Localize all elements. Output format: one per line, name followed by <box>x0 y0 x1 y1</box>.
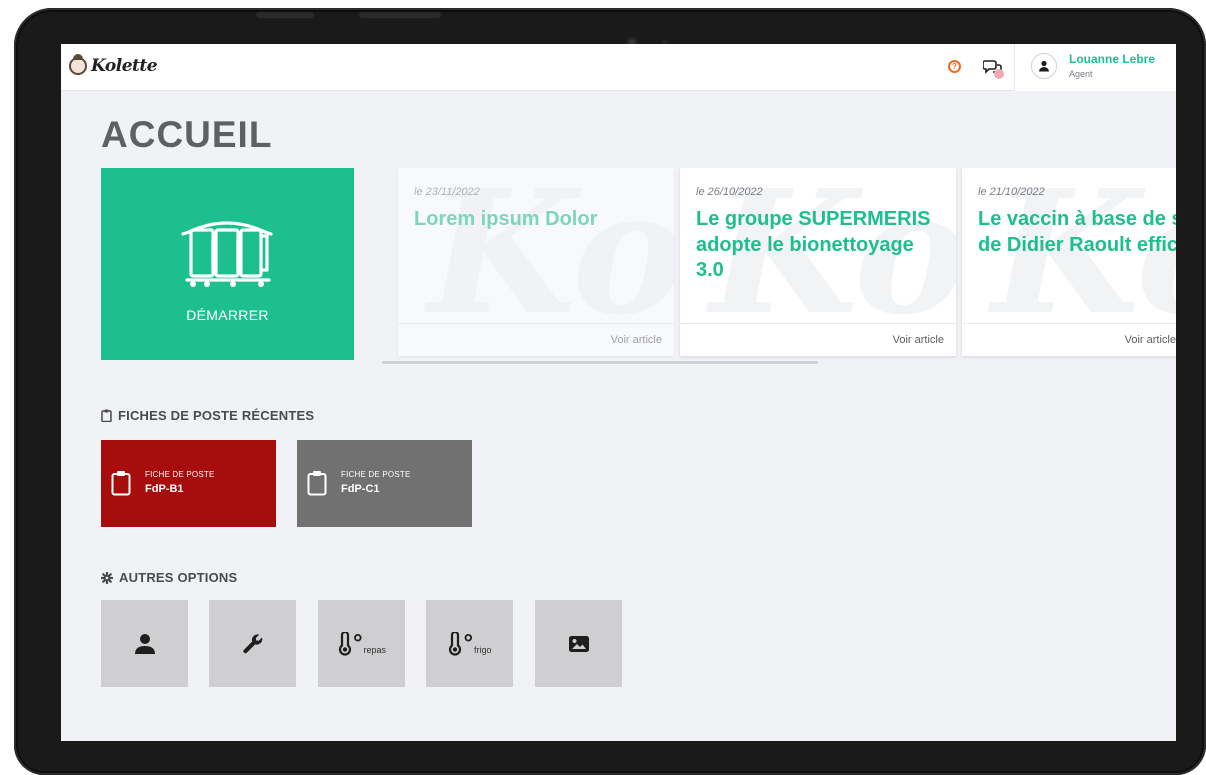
user-icon <box>134 633 155 654</box>
app-screen: Kolette ? Louanne Lebre Agent ACCUEIL DÉ… <box>61 44 1176 741</box>
thermometer-icon <box>338 631 351 656</box>
page-title: ACCUEIL <box>101 114 273 155</box>
user-menu[interactable]: Louanne Lebre Agent <box>1014 44 1176 91</box>
article-date: le 26/10/2022 <box>696 186 763 198</box>
start-button[interactable]: DÉMARRER <box>101 168 354 360</box>
meal-temperature-option-button[interactable]: ° repas <box>318 600 405 687</box>
maintenance-option-button[interactable] <box>209 600 296 687</box>
clipboard-icon <box>111 471 131 496</box>
cleaning-cart-icon <box>181 221 273 287</box>
tablet-button <box>256 12 314 18</box>
image-icon <box>568 635 589 652</box>
article-date: le 21/10/2022 <box>978 186 1045 198</box>
article-headline: Lorem ipsum Dolor <box>414 208 598 230</box>
clipboard-icon <box>307 471 327 496</box>
tablet-button <box>359 12 441 18</box>
job-sheet-card[interactable]: FICHE DE POSTE FdP-B1 <box>101 440 276 527</box>
app-header: Kolette ? Louanne Lebre Agent <box>61 44 1176 91</box>
gear-icon <box>101 571 113 584</box>
app-logo[interactable]: Kolette <box>69 54 158 76</box>
job-sheet-code: FdP-B1 <box>145 483 184 495</box>
job-sheet-code: FdP-C1 <box>341 483 380 495</box>
option-sub-label: frigo <box>474 644 492 655</box>
option-sub-label: repas <box>363 644 387 655</box>
other-options-heading: AUTRES OPTIONS <box>101 570 237 585</box>
job-sheet-card[interactable]: FICHE DE POSTE FdP-C1 <box>297 440 472 527</box>
thermometer-icon <box>449 631 462 656</box>
article-footer: Voir article <box>962 323 1176 356</box>
profile-option-button[interactable] <box>101 600 188 687</box>
job-sheet-kind: FICHE DE POSTE <box>145 470 215 479</box>
user-role: Agent <box>1069 69 1093 79</box>
article-headline: Le groupe SUPERMERIS adopte le bionettoy… <box>696 208 931 282</box>
article-date: le 23/11/2022 <box>414 186 480 198</box>
start-label: DÉMARRER <box>186 307 269 323</box>
read-article-link[interactable]: Voir article <box>1125 334 1176 346</box>
wrench-icon <box>242 633 262 653</box>
read-article-link[interactable]: Voir article <box>611 334 662 346</box>
recent-sheets-title: FICHES DE POSTE RÉCENTES <box>118 408 315 423</box>
article-card[interactable]: Kol le 26/10/2022 Le groupe SUPERMERIS a… <box>680 168 956 356</box>
carousel-scrollbar[interactable] <box>382 361 818 364</box>
article-footer: Voir article <box>398 323 674 356</box>
job-sheet-kind: FICHE DE POSTE <box>341 470 411 479</box>
fridge-temperature-option-button[interactable]: ° frigo <box>426 600 513 687</box>
gallery-option-button[interactable] <box>535 600 622 687</box>
other-options-title: AUTRES OPTIONS <box>119 570 238 585</box>
question-circle-icon[interactable]: ? <box>948 60 961 73</box>
mascot-icon <box>69 54 87 75</box>
articles-carousel[interactable]: Kol le 23/11/2022 Lorem ipsum Dolor Voir… <box>382 168 1176 364</box>
degree-symbol: ° <box>463 629 474 657</box>
degree-symbol: ° <box>352 629 363 657</box>
user-name: Louanne Lebre <box>1069 52 1156 66</box>
avatar[interactable] <box>1031 53 1057 79</box>
recent-sheets-heading: FICHES DE POSTE RÉCENTES <box>101 408 314 423</box>
user-icon <box>1039 60 1049 72</box>
article-card[interactable]: Kol le 23/11/2022 Lorem ipsum Dolor Voir… <box>398 168 674 356</box>
notification-badge <box>994 69 1004 79</box>
article-card[interactable]: Kol le 21/10/2022 Le vaccin à base de sa… <box>962 168 1176 356</box>
clipboard-icon <box>101 409 112 422</box>
read-article-link[interactable]: Voir article <box>893 334 944 346</box>
article-headline: Le vaccin à base de sang de Didier Raoul… <box>978 208 1176 256</box>
logo-text: Kolette <box>91 56 158 76</box>
article-footer: Voir article <box>680 323 956 356</box>
